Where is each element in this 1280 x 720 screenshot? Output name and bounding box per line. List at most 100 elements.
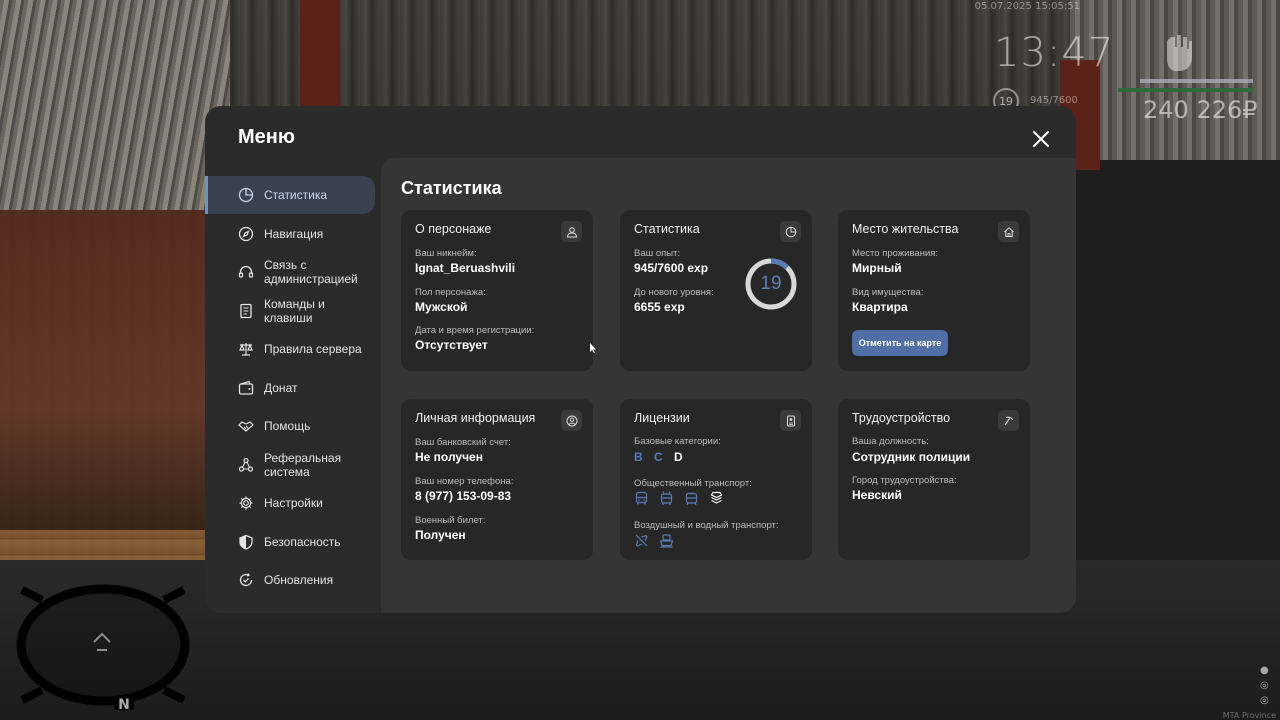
sidebar-item-updates[interactable]: Обновления [205, 561, 381, 599]
content-area: Статистика О персонаже Ваш никнейм: Igna… [381, 158, 1076, 613]
license-categories: B C D [634, 450, 691, 464]
hud-datetime: 05.07.2025 15:05:51 [974, 1, 1080, 12]
air-water-transport-icons [634, 533, 674, 548]
sidebar-item-label: Безопасность [264, 534, 341, 549]
sidebar-item-commands[interactable]: Команды и клавиши [205, 292, 381, 330]
hud-right-icons: ● ◎ ◎ [1260, 665, 1274, 706]
licenses-card: Лицензии Базовые категории: B C D Общест… [620, 399, 812, 560]
menu-title: Меню [238, 126, 295, 148]
military-id-label: Военный билет: [415, 515, 486, 526]
personal-info-card: Личная информация Ваш банковский счет: Н… [401, 399, 593, 560]
tram-icon [685, 492, 698, 506]
phone-label: Ваш номер телефона: [415, 476, 514, 487]
taxi-icon [710, 491, 723, 504]
sidebar-item-admin-contact[interactable]: Связь с администрацией [205, 253, 381, 291]
public-transport-label: Общественный транспорт: [634, 478, 752, 489]
registration-label: Дата и время регистрации: [415, 325, 535, 336]
gender-value: Мужской [415, 300, 468, 314]
basic-categories-label: Базовые категории: [634, 436, 721, 447]
user-circle-icon [561, 410, 582, 431]
gear-icon [239, 496, 253, 510]
shield-icon [239, 534, 253, 550]
registration-value: Отсутствует [415, 338, 488, 352]
card-title: О персонаже [415, 222, 492, 236]
microphone-icon: ● [1260, 665, 1269, 676]
pie-chart-icon [238, 187, 254, 203]
handshake-icon [238, 421, 254, 432]
sidebar-item-rules[interactable]: Правила сервера [205, 330, 381, 368]
sidebar-item-help[interactable]: Помощь [205, 407, 381, 445]
nickname-value: Ignat_Beruashvili [415, 261, 516, 275]
sidebar-item-security[interactable]: Безопасность [205, 523, 381, 561]
page-title: Статистика [401, 178, 502, 198]
bus-icon [635, 491, 648, 505]
sidebar-item-label: Помощь [264, 419, 311, 433]
next-level-value: 6655 exp [634, 300, 685, 314]
background-beam [300, 0, 340, 110]
trolleybus-icon [660, 491, 673, 505]
residence-place-label: Место проживания: [852, 248, 939, 259]
position-value: Сотрудник полиции [852, 450, 971, 464]
work-city-label: Город трудоустройства: [852, 475, 957, 486]
military-id-value: Получен [415, 528, 466, 542]
character-card: О персонаже Ваш никнейм: Ignat_Beruashvi… [401, 210, 593, 371]
employment-card: Трудоустройство Ваша должность: Сотрудни… [838, 399, 1030, 560]
hud-health-bar [1140, 79, 1253, 83]
minimap: N [16, 584, 190, 710]
sidebar-item-label: Реферальная система [264, 450, 342, 479]
exp-label: Ваш опыт: [634, 248, 681, 259]
fist-icon [1167, 35, 1192, 71]
hud-armor-bar [1118, 88, 1253, 92]
property-type-value: Квартира [852, 300, 908, 314]
user-icon [561, 221, 582, 242]
license-category-c: C [654, 450, 663, 464]
nickname-label: Ваш никнейм: [415, 248, 477, 259]
network-icon [238, 457, 254, 472]
hud-clock: 13:47 [994, 30, 1115, 76]
scales-icon [239, 343, 253, 356]
card-title: Место жительства [852, 222, 959, 236]
mouse-cursor [590, 343, 596, 353]
gender-label: Пол персонажа: [415, 287, 486, 298]
headset-icon [238, 265, 254, 278]
next-level-label: До нового уровня: [634, 287, 714, 298]
sidebar-item-label: Донат [264, 380, 298, 395]
sidebar-item-label: Настройки [264, 496, 323, 510]
background-wall-left [0, 0, 230, 210]
close-icon[interactable] [1031, 129, 1051, 149]
compass-icon [238, 226, 254, 241]
sidebar-item-label: Обновления [264, 573, 334, 587]
card-title: Личная информация [415, 411, 536, 425]
residence-place-value: Мирный [852, 261, 902, 275]
id-card-icon [780, 410, 801, 431]
target-icon: ◎ [1260, 680, 1269, 691]
sidebar-item-label: Связь с администрацией [264, 258, 358, 286]
svg-text:N: N [118, 697, 130, 710]
sidebar-item-label: Навигация [264, 226, 324, 241]
license-category-d: D [674, 450, 683, 464]
wallet-icon [238, 380, 254, 395]
stats-card: Статистика Ваш опыт: 945/7600 exp До нов… [620, 210, 812, 371]
residence-card: Место жительства Место проживания: Мирны… [838, 210, 1030, 371]
position-label: Ваша должность: [852, 436, 929, 447]
sidebar-item-donate[interactable]: Донат [205, 369, 381, 407]
sidebar-item-label: Статистика [264, 188, 328, 202]
card-title: Статистика [634, 222, 700, 236]
sidebar-item-settings[interactable]: Настройки [205, 484, 381, 522]
server-label: MTA Province [1222, 711, 1276, 720]
menu-panel: Меню Статистика Навигация Связь с админи… [205, 106, 1076, 613]
sidebar-item-navigation[interactable]: Навигация [205, 215, 381, 253]
pickaxe-icon [998, 410, 1019, 431]
sidebar-item-referral[interactable]: Реферальная система [205, 446, 381, 484]
target-icon: ◎ [1260, 695, 1269, 706]
home-icon [998, 221, 1019, 242]
work-city-value: Невский [852, 488, 902, 502]
document-icon [240, 303, 252, 318]
card-title: Лицензии [634, 411, 690, 425]
mark-on-map-button[interactable]: Отметить на карте [852, 330, 948, 356]
card-title: Трудоустройство [852, 411, 951, 425]
refresh-check-icon [239, 573, 253, 587]
sidebar-item-label: Команды и клавиши [264, 296, 325, 325]
sidebar: Статистика Навигация Связь с администрац… [205, 176, 381, 600]
sidebar-item-statistics[interactable]: Статистика [205, 176, 375, 214]
